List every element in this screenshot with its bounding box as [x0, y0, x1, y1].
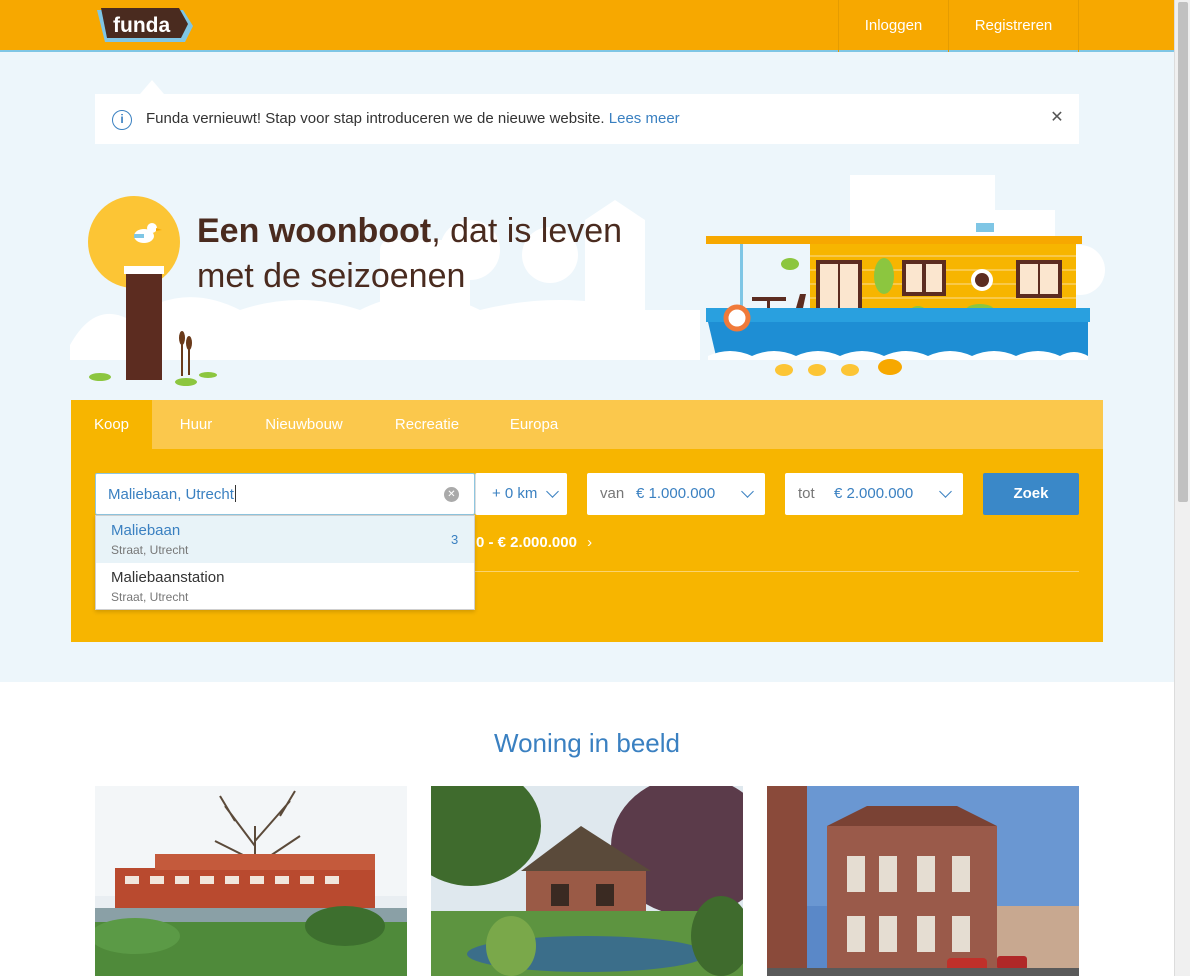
- close-icon[interactable]: ✕: [1047, 108, 1067, 128]
- price-from-select[interactable]: van € 1.000.000: [587, 473, 765, 515]
- search-button[interactable]: Zoek: [983, 473, 1079, 515]
- tab-koop[interactable]: Koop: [71, 400, 152, 449]
- section-title: Woning in beeld: [494, 728, 680, 758]
- house-photo-townhouse: [767, 786, 1079, 976]
- search-tabs: Koop Huur Nieuwbouw Recreatie Europa: [71, 400, 1103, 449]
- autocomplete-option[interactable]: Maliebaanstation Straat, Utrecht: [96, 563, 474, 610]
- scrollbar-thumb[interactable]: [1178, 2, 1188, 502]
- featured-section: Woning in beeld: [0, 682, 1174, 976]
- house-photo-apartments: [95, 786, 407, 976]
- tab-europa[interactable]: Europa: [486, 400, 582, 449]
- tab-recreatie[interactable]: Recreatie: [368, 400, 486, 449]
- register-button[interactable]: Registreren: [948, 0, 1079, 52]
- announcement-banner: i Funda vernieuwt! Stap voor stap introd…: [95, 94, 1079, 144]
- vertical-scrollbar[interactable]: [1174, 0, 1190, 976]
- chevron-down-icon: [741, 485, 754, 498]
- svg-text:funda: funda: [113, 14, 170, 37]
- chevron-right-icon: ›: [587, 534, 593, 551]
- clear-input-icon[interactable]: ✕: [444, 487, 459, 502]
- text-caret: [234, 485, 236, 502]
- autocomplete-option[interactable]: Maliebaan Straat, Utrecht 3: [96, 516, 474, 563]
- price-to-select[interactable]: tot € 2.000.000: [785, 473, 963, 515]
- notice-pointer: [140, 80, 164, 94]
- autocomplete-dropdown: Maliebaan Straat, Utrecht 3 Maliebaansta…: [95, 515, 475, 610]
- featured-house-photo[interactable]: [95, 786, 407, 976]
- tab-huur[interactable]: Huur: [152, 400, 240, 449]
- hero-heading: Een woonboot, dat is leven met de seizoe…: [197, 212, 623, 295]
- announcement-text: Funda vernieuwt! Stap voor stap introduc…: [146, 110, 680, 127]
- chevron-down-icon: [546, 485, 559, 498]
- info-icon: i: [112, 110, 132, 130]
- location-search-input[interactable]: Maliebaan, Utrecht ✕: [95, 473, 475, 515]
- house-photo-farmhouse: [431, 786, 743, 976]
- result-count: 3: [451, 532, 459, 547]
- funda-logo[interactable]: funda: [95, 6, 195, 46]
- chevron-down-icon: [939, 485, 952, 498]
- top-navigation-bar: funda Inloggen Registreren: [0, 0, 1174, 52]
- read-more-link[interactable]: Lees meer: [609, 110, 680, 127]
- recent-search-link[interactable]: 0 - € 2.000.000 ›: [476, 534, 592, 551]
- featured-house-photo[interactable]: [767, 786, 1079, 976]
- radius-select[interactable]: + 0 km: [475, 473, 567, 515]
- featured-house-photo[interactable]: [431, 786, 743, 976]
- login-button[interactable]: Inloggen: [838, 0, 948, 52]
- tab-nieuwbouw[interactable]: Nieuwbouw: [240, 400, 368, 449]
